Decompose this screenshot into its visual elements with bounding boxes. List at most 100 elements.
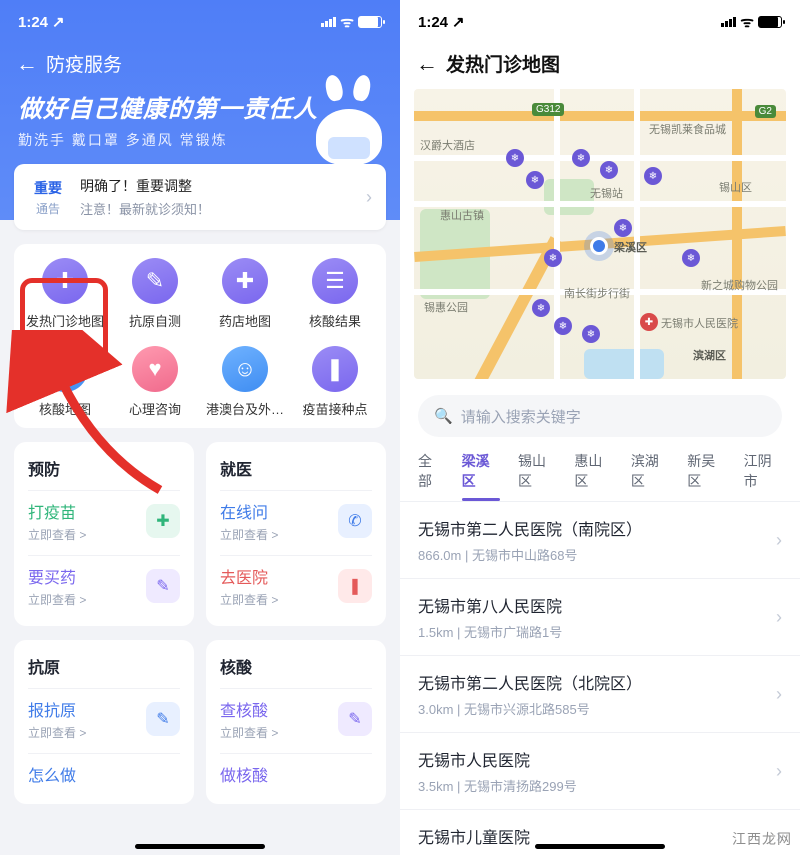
item-vaccine[interactable]: 打疫苗 立即查看 > ✚ [28, 490, 180, 555]
grid-hkmotw[interactable]: ☺ 港澳台及外… [200, 346, 290, 418]
phone-right-screen: 1:24 ↗ ᯤ ← 发热门诊地图 [400, 0, 800, 855]
page-title: 发热门诊地图 [446, 50, 560, 77]
grid-counseling[interactable]: ♥ 心理咨询 [110, 346, 200, 418]
page-title: 防疫服务 [46, 50, 122, 77]
report-icon: ☰ [312, 258, 358, 304]
signal-icon [721, 17, 736, 27]
district-tabs: 全部 梁溪区 锡山区 惠山区 滨湖区 新吴区 江阴市 [400, 437, 800, 502]
map-pin-icon[interactable]: ❄ [572, 149, 590, 167]
map-label: 南长街步行街 [564, 285, 630, 301]
item-buy-medicine[interactable]: 要买药 立即查看 > ✎ [28, 555, 180, 620]
list-item[interactable]: 无锡市第二人民医院（北院区） 3.0km | 无锡市兴源北路585号 › [400, 656, 800, 733]
map-pin-icon[interactable]: ❄ [682, 249, 700, 267]
list-item[interactable]: 无锡市人民医院 3.5km | 无锡市清扬路299号 › [400, 733, 800, 810]
shield-plus-icon: ✚ [146, 504, 180, 538]
item-check-pcr[interactable]: 查核酸 立即查看 > ✎ [220, 688, 372, 753]
current-location-icon [590, 237, 608, 255]
item-howto[interactable]: 怎么做 [28, 753, 180, 798]
map-pin-icon[interactable]: ❄ [582, 325, 600, 343]
search-input[interactable]: 🔍 请输入搜索关键字 [418, 395, 782, 437]
map-pin-hospital-icon[interactable]: ✚ [640, 313, 658, 331]
tab-huishan[interactable]: 惠山区 [574, 451, 612, 491]
map-label: 梁溪区 [614, 239, 647, 255]
map-pin-icon[interactable]: ❄ [614, 219, 632, 237]
tab-liangxi[interactable]: 梁溪区 [462, 451, 500, 491]
road-sign: G2 [755, 105, 776, 118]
grid-pcr-result[interactable]: ☰ 核酸结果 [290, 258, 380, 330]
notice-line1: 明确了！重要调整 [80, 176, 210, 196]
phone-left-screen: 1:24 ↗ ᯤ ← 防疫服务 做好自己健康的第一责任人 勤洗手 戴口罩 多通风… [0, 0, 400, 855]
pen-icon: ✎ [146, 702, 180, 736]
search-placeholder: 请输入搜索关键字 [461, 406, 581, 427]
pill-icon: ✎ [146, 569, 180, 603]
chevron-right-icon: › [776, 684, 782, 705]
status-bar: 1:24 ↗ ᯤ [0, 0, 400, 44]
road-sign: G312 [532, 103, 564, 116]
back-icon[interactable]: ← [16, 53, 38, 75]
search-icon: 🔍 [434, 407, 453, 425]
vial-icon: ❚ [312, 346, 358, 392]
page-header: ← 发热门诊地图 [400, 44, 800, 83]
item-do-pcr[interactable]: 做核酸 [220, 753, 372, 798]
water-area [584, 349, 664, 379]
back-icon[interactable]: ← [416, 53, 438, 75]
banner: 做好自己健康的第一责任人 勤洗手 戴口罩 多通风 常锻炼 [0, 81, 400, 150]
people-icon: ☺ [222, 346, 268, 392]
notice-badge: 重要 通告 [28, 178, 68, 217]
tab-xinwu[interactable]: 新吴区 [687, 451, 725, 491]
section-antigen: 抗原 报抗原 立即查看 > ✎ 怎么做 [14, 640, 194, 804]
hospital-icon: ❚ [338, 569, 372, 603]
map-pin-icon[interactable]: ❄ [526, 171, 544, 189]
tab-xishan[interactable]: 锡山区 [518, 451, 556, 491]
heart-icon: ♥ [132, 346, 178, 392]
map-pin-icon[interactable]: ❄ [554, 317, 572, 335]
status-time: 1:24 [18, 14, 48, 31]
map-label: 锡惠公园 [424, 299, 468, 315]
tab-binhu[interactable]: 滨湖区 [631, 451, 669, 491]
battery-icon [358, 16, 382, 28]
map-label: 锡山区 [719, 179, 752, 195]
tab-jiangyin[interactable]: 江阴市 [744, 451, 782, 491]
status-bar: 1:24 ↗ ᯤ [400, 0, 800, 44]
map-label: 无锡站 [590, 185, 623, 201]
map-label: 无锡市人民医院 [661, 315, 738, 331]
item-online-consult[interactable]: 在线问 立即查看 > ✆ [220, 490, 372, 555]
map-pin-icon[interactable]: ❄ [506, 149, 524, 167]
tab-all[interactable]: 全部 [418, 451, 444, 491]
home-indicator [135, 844, 265, 849]
search-doc-icon: ✎ [338, 702, 372, 736]
item-report-antigen[interactable]: 报抗原 立即查看 > ✎ [28, 688, 180, 753]
map-label: 滨湖区 [693, 347, 726, 363]
grid-vaccine-sites[interactable]: ❚ 疫苗接种点 [290, 346, 380, 418]
highway [414, 111, 786, 121]
annotation-highlight [20, 278, 108, 370]
list-item[interactable]: 无锡市第八人民医院 1.5km | 无锡市广瑞路1号 › [400, 579, 800, 656]
map-label: 无锡凯莱食品城 [649, 121, 726, 137]
list-item[interactable]: 无锡市第二人民医院（南院区） 866.0m | 无锡市中山路68号 › [400, 502, 800, 579]
map-pin-icon[interactable]: ❄ [532, 299, 550, 317]
map-pin-icon[interactable]: ❄ [644, 167, 662, 185]
map-view[interactable]: G312 G2 汉爵大酒店 无锡凯莱食品城 无锡站 惠山古镇 锡山区 梁溪区 南… [414, 89, 786, 379]
item-go-hospital[interactable]: 去医院 立即查看 > ❚ [220, 555, 372, 620]
notice-card[interactable]: 重要 通告 明确了！重要调整 注意！最新就诊须知！ › [14, 164, 386, 230]
map-label: 惠山古镇 [440, 207, 484, 223]
map-label: 汉爵大酒店 [420, 137, 475, 153]
swab-icon: ✎ [132, 258, 178, 304]
grid-antigen-selftest[interactable]: ✎ 抗原自测 [110, 258, 200, 330]
section-prevent: 预防 打疫苗 立即查看 > ✚ 要买药 立即查看 > ✎ [14, 442, 194, 626]
wifi-icon: ᯤ [740, 12, 754, 32]
map-pin-icon[interactable]: ❄ [544, 249, 562, 267]
home-indicator [535, 844, 665, 849]
map-pin-icon[interactable]: ❄ [600, 161, 618, 179]
results-list: 无锡市第二人民医院（南院区） 866.0m | 无锡市中山路68号 › 无锡市第… [400, 502, 800, 855]
grid-pharmacy-map[interactable]: ✚ 药店地图 [200, 258, 290, 330]
watermark: 江西龙网 [732, 829, 792, 849]
headset-icon: ✆ [338, 504, 372, 538]
signal-icon [321, 17, 336, 27]
chevron-right-icon: › [776, 530, 782, 551]
chevron-right-icon: › [776, 761, 782, 782]
park-area [544, 179, 594, 215]
location-icon: ↗ [52, 13, 65, 31]
medkit-icon: ✚ [222, 258, 268, 304]
chevron-right-icon: › [776, 607, 782, 628]
